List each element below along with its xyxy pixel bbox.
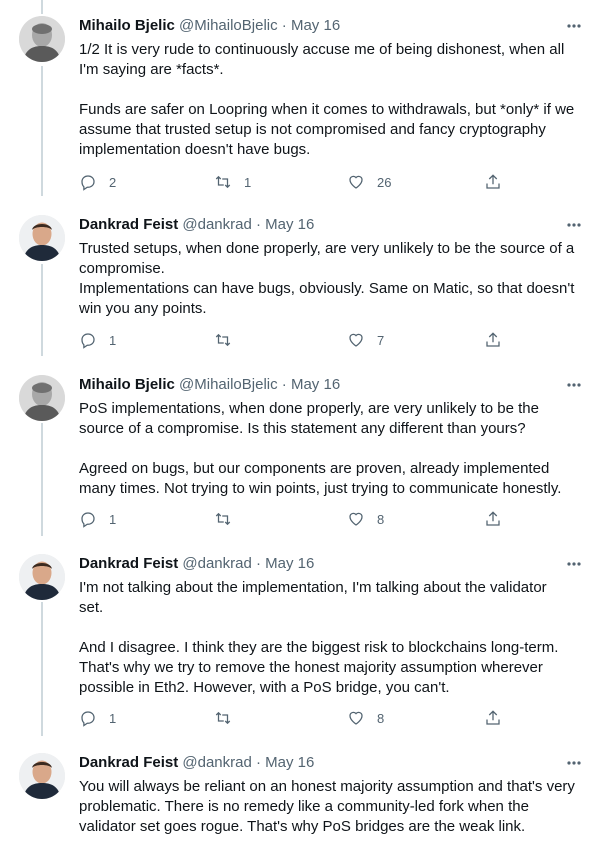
more-options-icon[interactable] xyxy=(566,755,582,771)
like-button[interactable]: 7 xyxy=(347,330,384,350)
reply-button[interactable]: 2 xyxy=(79,172,116,192)
tweet-header: Dankrad Feist @dankrad · May 16 xyxy=(79,753,586,773)
share-button[interactable] xyxy=(484,708,502,728)
like-count: 8 xyxy=(377,511,385,527)
retweet-button[interactable] xyxy=(214,330,244,350)
tweet-actions: 1 7 xyxy=(79,330,509,350)
tweet-text: I'm not talking about the implementation… xyxy=(79,579,559,696)
like-button[interactable]: 26 xyxy=(347,172,391,192)
thread-connector xyxy=(41,0,43,14)
tweet[interactable]: Dankrad Feist @dankrad · May 16 You will… xyxy=(0,753,606,843)
tweet-date[interactable]: May 16 xyxy=(265,216,314,233)
tweet-header: Dankrad Feist @dankrad · May 16 xyxy=(79,554,586,574)
avatar-mihailo[interactable] xyxy=(19,16,65,62)
reply-count: 2 xyxy=(109,174,117,190)
share-button[interactable] xyxy=(484,509,502,529)
reply-count: 1 xyxy=(109,332,117,348)
more-options-icon[interactable] xyxy=(566,556,582,572)
tweet-actions: 2 1 26 xyxy=(79,172,509,192)
reply-count: 1 xyxy=(109,511,117,527)
reply-button[interactable]: 1 xyxy=(79,509,116,529)
author-handle[interactable]: @dankrad xyxy=(182,555,251,572)
reply-button[interactable]: 1 xyxy=(79,330,116,350)
author-handle[interactable]: @MihailoBjelic xyxy=(179,376,278,393)
like-count: 8 xyxy=(377,710,385,726)
separator-dot: · xyxy=(281,17,287,34)
retweet-button[interactable]: 1 xyxy=(214,172,251,192)
avatar-dankrad[interactable] xyxy=(19,554,65,600)
reply-icon xyxy=(81,175,95,191)
like-count: 7 xyxy=(377,332,385,348)
tweet-actions: 1 8 xyxy=(79,509,509,529)
retweet-icon xyxy=(215,333,231,347)
tweet-text: 1/2 It is very rude to continuously accu… xyxy=(79,41,575,158)
author-name[interactable]: Mihailo Bjelic xyxy=(79,17,175,34)
heart-icon xyxy=(349,711,363,725)
tweet[interactable]: Dankrad Feist @dankrad · May 16 I'm not … xyxy=(0,554,606,727)
tweet-text: You will always be reliant on an honest … xyxy=(79,778,575,835)
author-name[interactable]: Dankrad Feist xyxy=(79,216,178,233)
like-button[interactable]: 8 xyxy=(347,509,384,529)
reply-icon xyxy=(81,512,95,528)
tweet-header: Mihailo Bjelic @MihailoBjelic · May 16 xyxy=(79,375,586,395)
author-name[interactable]: Dankrad Feist xyxy=(79,555,178,572)
separator-dot: · xyxy=(255,555,261,572)
retweet-button[interactable] xyxy=(214,509,244,529)
tweet[interactable]: Dankrad Feist @dankrad · May 16 Trusted … xyxy=(0,215,606,355)
reply-icon xyxy=(81,333,95,349)
author-handle[interactable]: @dankrad xyxy=(182,216,251,233)
share-button[interactable] xyxy=(484,172,502,192)
tweet-text: Trusted setups, when done properly, are … xyxy=(79,240,575,317)
reply-button[interactable]: 1 xyxy=(79,708,116,728)
reply-count: 1 xyxy=(109,710,117,726)
separator-dot: · xyxy=(281,376,287,393)
tweet-header: Mihailo Bjelic @MihailoBjelic · May 16 xyxy=(79,16,586,36)
share-icon xyxy=(486,174,500,189)
retweet-count: 1 xyxy=(244,174,252,190)
retweet-icon xyxy=(215,512,231,526)
author-handle[interactable]: @dankrad xyxy=(182,754,251,771)
like-button[interactable]: 8 xyxy=(347,708,384,728)
share-icon xyxy=(486,710,500,725)
avatar-dankrad[interactable] xyxy=(19,753,65,799)
separator-dot: · xyxy=(255,216,261,233)
tweet-date[interactable]: May 16 xyxy=(291,17,340,34)
retweet-icon xyxy=(215,175,231,189)
more-options-icon[interactable] xyxy=(566,18,582,34)
tweet-actions: 1 8 xyxy=(79,708,509,728)
share-icon xyxy=(486,511,500,526)
tweet-header: Dankrad Feist @dankrad · May 16 xyxy=(79,215,586,235)
tweet-date[interactable]: May 16 xyxy=(265,754,314,771)
tweet[interactable]: Mihailo Bjelic @MihailoBjelic · May 16 1… xyxy=(0,16,606,196)
heart-icon xyxy=(349,512,363,526)
heart-icon xyxy=(349,175,363,189)
avatar-dankrad[interactable] xyxy=(19,215,65,261)
tweet[interactable]: Mihailo Bjelic @MihailoBjelic · May 16 P… xyxy=(0,375,606,528)
author-name[interactable]: Dankrad Feist xyxy=(79,754,178,771)
retweet-icon xyxy=(215,711,231,725)
author-handle[interactable]: @MihailoBjelic xyxy=(179,17,278,34)
tweet-thread: Mihailo Bjelic @MihailoBjelic · May 16 1… xyxy=(0,0,606,843)
author-name[interactable]: Mihailo Bjelic xyxy=(79,376,175,393)
separator-dot: · xyxy=(255,754,261,771)
reply-icon xyxy=(81,711,95,727)
tweet-date[interactable]: May 16 xyxy=(291,376,340,393)
share-icon xyxy=(486,332,500,347)
tweet-date[interactable]: May 16 xyxy=(265,555,314,572)
tweet-text: PoS implementations, when done properly,… xyxy=(79,400,562,497)
share-button[interactable] xyxy=(484,330,502,350)
more-options-icon[interactable] xyxy=(566,377,582,393)
avatar-mihailo[interactable] xyxy=(19,375,65,421)
more-options-icon[interactable] xyxy=(566,217,582,233)
like-count: 26 xyxy=(377,174,392,190)
heart-icon xyxy=(349,333,363,347)
retweet-button[interactable] xyxy=(214,708,244,728)
